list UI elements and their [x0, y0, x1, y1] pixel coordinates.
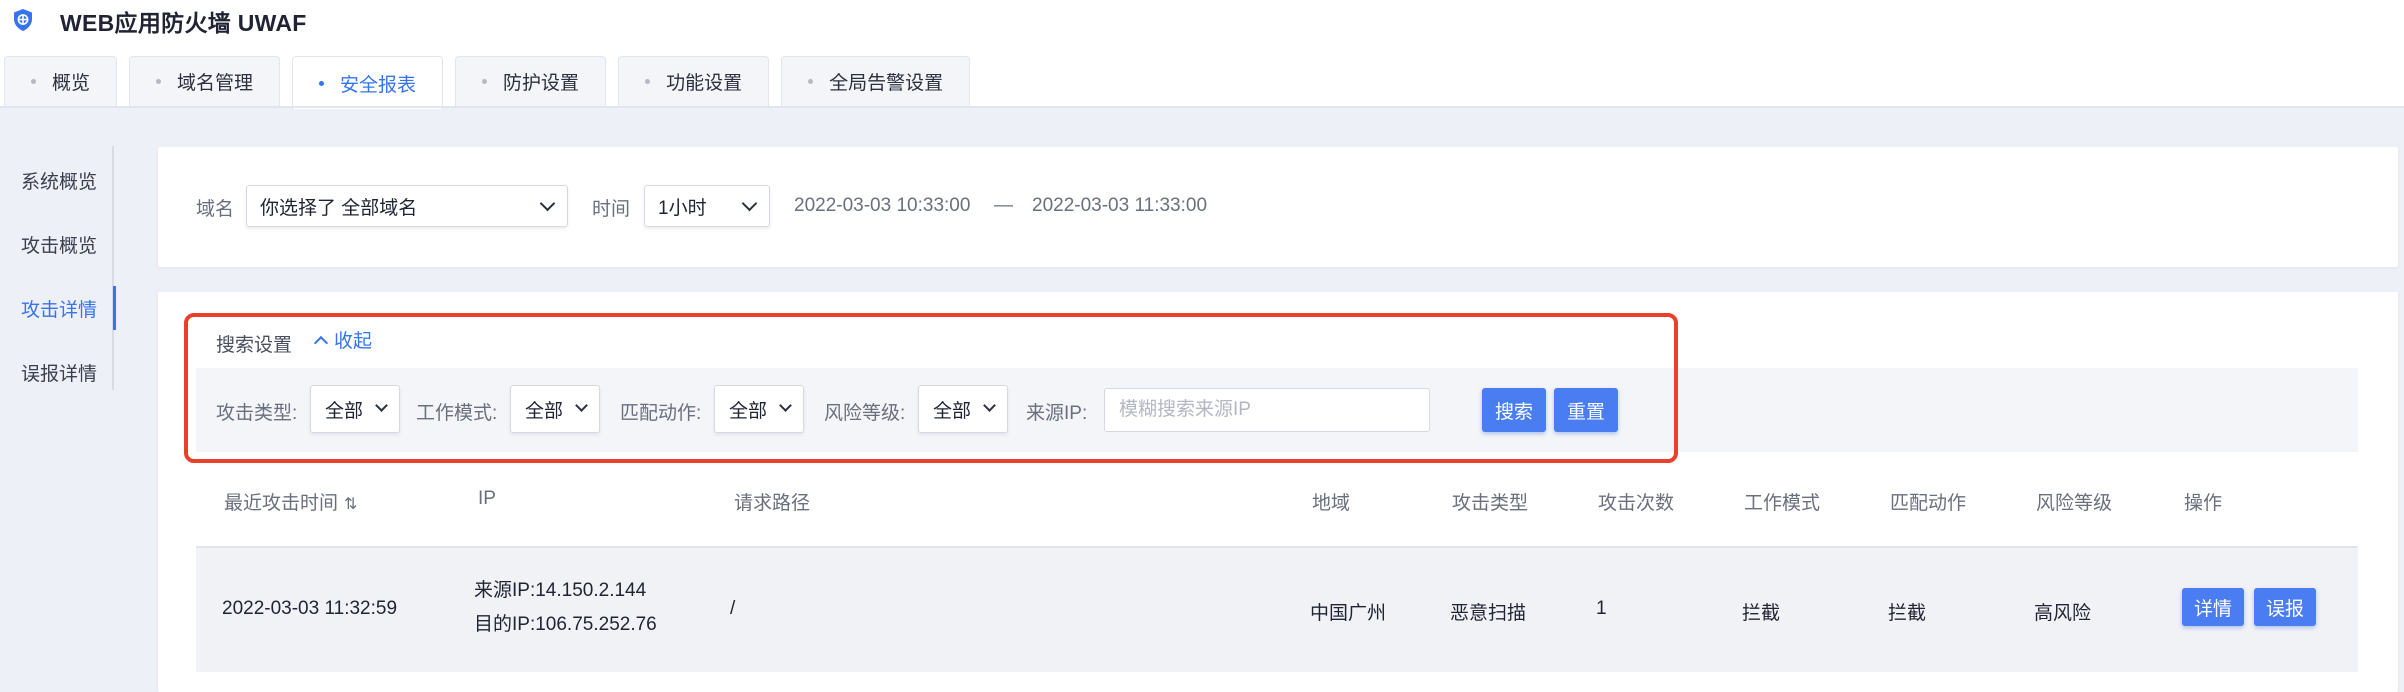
false-report-button[interactable]: 误报 — [2254, 588, 2316, 626]
cell-path: / — [730, 598, 736, 619]
chevron-down-icon — [983, 399, 996, 412]
column-header-match-action: 匹配动作 — [1890, 493, 1967, 514]
work-mode-label: 工作模式: — [416, 403, 498, 424]
cell-dest-ip: 目的IP:106.75.252.76 — [474, 614, 657, 635]
column-header-risk: 风险等级 — [2036, 493, 2113, 514]
column-header-count: 攻击次数 — [1598, 493, 1675, 514]
cell-count: 1 — [1596, 598, 1607, 619]
column-header-work-mode: 工作模式 — [1744, 493, 1821, 514]
tab-dot-icon — [645, 79, 651, 84]
search-settings-title: 搜索设置 — [216, 335, 293, 356]
cell-risk: 高风险 — [2034, 603, 2092, 624]
sidebar-item-system-overview[interactable]: 系统概览 — [0, 148, 114, 212]
reset-button[interactable]: 重置 — [1554, 388, 1618, 432]
risk-level-value: 全部 — [933, 400, 972, 422]
source-ip-input[interactable] — [1104, 388, 1430, 432]
domain-select[interactable]: 你选择了 全部域名 — [246, 185, 568, 227]
match-action-label: 匹配动作: — [620, 403, 702, 424]
column-header-actions: 操作 — [2184, 493, 2223, 514]
end-time: 2022-03-03 11:33:00 — [1032, 195, 1208, 216]
chevron-up-icon — [313, 335, 329, 350]
tab-dot-icon — [156, 79, 162, 84]
time-range-select[interactable]: 1小时 — [644, 185, 770, 227]
tab-global-alert-settings[interactable]: 全局告警设置 — [781, 56, 971, 106]
match-action-select[interactable]: 全部 — [714, 385, 804, 433]
start-time: 2022-03-03 10:33:00 — [794, 195, 971, 216]
time-separator: — — [994, 195, 1013, 216]
tab-label: 安全报表 — [340, 74, 417, 96]
tab-security-report[interactable]: 安全报表 — [292, 56, 444, 109]
cell-work-mode: 拦截 — [1742, 603, 1781, 624]
tab-dot-icon — [482, 79, 488, 84]
tab-dot-icon — [319, 80, 325, 86]
tab-protection-settings[interactable]: 防护设置 — [455, 56, 607, 106]
cell-ip: 来源IP:14.150.2.144 目的IP:106.75.252.76 — [474, 574, 657, 642]
tab-label: 防护设置 — [503, 73, 580, 94]
divider — [0, 106, 2404, 108]
time-select-value: 1小时 — [658, 197, 707, 219]
cell-source-ip: 来源IP:14.150.2.144 — [474, 580, 647, 601]
sort-icon[interactable]: ⇅ — [344, 494, 357, 514]
detail-button[interactable]: 详情 — [2182, 588, 2244, 626]
sidebar-item-attack-details[interactable]: 攻击详情 — [0, 276, 116, 340]
tab-overview[interactable]: 概览 — [4, 56, 118, 106]
cell-region: 中国广州 — [1310, 603, 1387, 624]
tab-label: 概览 — [52, 73, 91, 94]
sidebar-item-false-report-details[interactable]: 误报详情 — [0, 340, 114, 404]
search-button[interactable]: 搜索 — [1482, 388, 1546, 432]
match-action-value: 全部 — [729, 400, 768, 422]
cell-time: 2022-03-03 11:32:59 — [222, 598, 398, 619]
main-tabs: 概览 域名管理 安全报表 防护设置 功能设置 全局告警设置 — [4, 56, 982, 109]
tab-dot-icon — [808, 79, 814, 84]
risk-level-label: 风险等级: — [824, 403, 906, 424]
tab-feature-settings[interactable]: 功能设置 — [618, 56, 770, 106]
domain-label: 域名 — [196, 199, 235, 220]
top-bar: WEB应用防火墙 UWAF 概览 域名管理 安全报表 防护设置 功能设置 全局告… — [0, 0, 2404, 109]
tab-label: 域名管理 — [177, 73, 254, 94]
work-mode-select[interactable]: 全部 — [510, 385, 600, 433]
domain-select-value: 你选择了 全部域名 — [260, 197, 418, 219]
tab-label: 功能设置 — [666, 73, 743, 94]
cell-attack-type: 恶意扫描 — [1450, 603, 1527, 624]
sidebar-item-attack-overview[interactable]: 攻击概览 — [0, 212, 114, 276]
attack-type-label: 攻击类型: — [216, 403, 298, 424]
column-header-path: 请求路径 — [734, 493, 811, 514]
risk-level-select[interactable]: 全部 — [918, 385, 1008, 433]
chevron-down-icon — [575, 399, 588, 412]
column-header-attack-type: 攻击类型 — [1452, 493, 1529, 514]
tab-label: 全局告警设置 — [829, 73, 944, 94]
work-mode-value: 全部 — [525, 400, 564, 422]
column-header-label: 最近攻击时间 — [224, 493, 339, 514]
column-header-ip: IP — [478, 488, 496, 509]
column-header-region: 地域 — [1312, 493, 1351, 514]
collapse-label: 收起 — [334, 331, 373, 352]
attack-type-value: 全部 — [325, 400, 364, 422]
cell-match-action: 拦截 — [1888, 603, 1927, 624]
attack-type-select[interactable]: 全部 — [310, 385, 400, 433]
shield-icon — [14, 9, 32, 31]
sidebar: 系统概览 攻击概览 攻击详情 误报详情 — [0, 148, 116, 404]
chevron-down-icon — [741, 195, 758, 212]
collapse-toggle[interactable]: 收起 — [312, 326, 372, 353]
chevron-down-icon — [375, 399, 388, 412]
tab-dot-icon — [31, 79, 36, 84]
chevron-down-icon — [539, 195, 556, 212]
tab-domain-management[interactable]: 域名管理 — [129, 56, 281, 106]
time-label: 时间 — [592, 199, 631, 220]
column-header-time[interactable]: 最近攻击时间 ⇅ — [224, 488, 357, 515]
chevron-down-icon — [779, 399, 792, 412]
app-title: WEB应用防火墙 UWAF — [60, 10, 307, 36]
source-ip-label: 来源IP: — [1026, 403, 1088, 424]
